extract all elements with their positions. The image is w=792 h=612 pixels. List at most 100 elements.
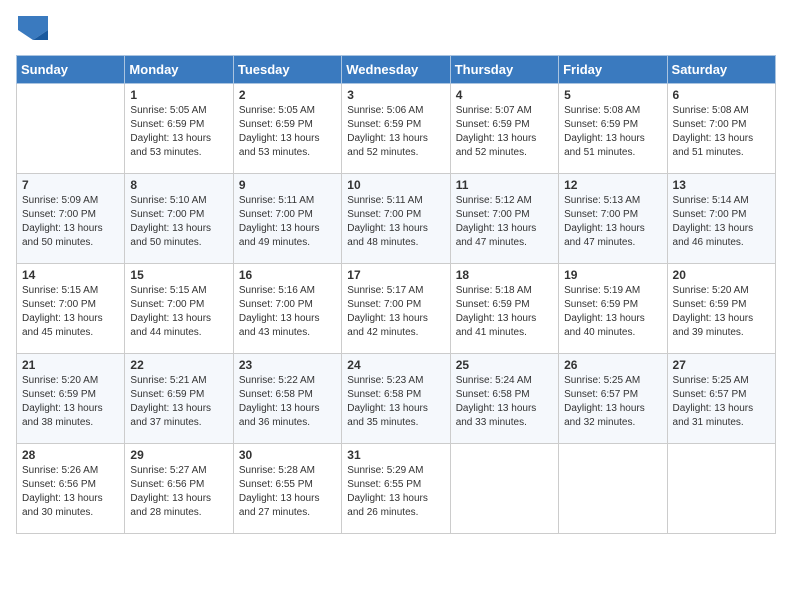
daylight-text: Daylight: 13 hours and 27 minutes. xyxy=(239,493,320,518)
sunrise-text: Sunrise: 5:22 AM xyxy=(239,375,315,386)
sunset-text: Sunset: 7:00 PM xyxy=(456,209,530,220)
weekday-header: Tuesday xyxy=(233,56,341,84)
sunset-text: Sunset: 7:00 PM xyxy=(22,299,96,310)
logo xyxy=(16,16,48,45)
daylight-text: Daylight: 13 hours and 36 minutes. xyxy=(239,403,320,428)
sunset-text: Sunset: 6:55 PM xyxy=(347,479,421,490)
calendar-day-cell: 20 Sunrise: 5:20 AM Sunset: 6:59 PM Dayl… xyxy=(667,264,775,354)
sunset-text: Sunset: 6:59 PM xyxy=(22,389,96,400)
calendar-day-cell: 12 Sunrise: 5:13 AM Sunset: 7:00 PM Dayl… xyxy=(559,174,667,264)
daylight-text: Daylight: 13 hours and 26 minutes. xyxy=(347,493,428,518)
daylight-text: Daylight: 13 hours and 45 minutes. xyxy=(22,313,103,338)
calendar-day-cell: 31 Sunrise: 5:29 AM Sunset: 6:55 PM Dayl… xyxy=(342,444,450,534)
weekday-header: Wednesday xyxy=(342,56,450,84)
day-number: 16 xyxy=(239,268,336,282)
sunset-text: Sunset: 6:57 PM xyxy=(564,389,638,400)
calendar-day-cell: 23 Sunrise: 5:22 AM Sunset: 6:58 PM Dayl… xyxy=(233,354,341,444)
day-info: Sunrise: 5:25 AM Sunset: 6:57 PM Dayligh… xyxy=(564,374,661,430)
sunrise-text: Sunrise: 5:08 AM xyxy=(564,105,640,116)
day-number: 19 xyxy=(564,268,661,282)
calendar-day-cell: 6 Sunrise: 5:08 AM Sunset: 7:00 PM Dayli… xyxy=(667,84,775,174)
day-info: Sunrise: 5:07 AM Sunset: 6:59 PM Dayligh… xyxy=(456,104,553,160)
daylight-text: Daylight: 13 hours and 47 minutes. xyxy=(564,223,645,248)
sunset-text: Sunset: 7:00 PM xyxy=(564,209,638,220)
sunset-text: Sunset: 7:00 PM xyxy=(673,119,747,130)
daylight-text: Daylight: 13 hours and 52 minutes. xyxy=(456,133,537,158)
day-number: 11 xyxy=(456,178,553,192)
daylight-text: Daylight: 13 hours and 28 minutes. xyxy=(130,493,211,518)
calendar-day-cell: 29 Sunrise: 5:27 AM Sunset: 6:56 PM Dayl… xyxy=(125,444,233,534)
calendar-day-cell: 16 Sunrise: 5:16 AM Sunset: 7:00 PM Dayl… xyxy=(233,264,341,354)
sunset-text: Sunset: 6:59 PM xyxy=(564,299,638,310)
daylight-text: Daylight: 13 hours and 38 minutes. xyxy=(22,403,103,428)
day-info: Sunrise: 5:21 AM Sunset: 6:59 PM Dayligh… xyxy=(130,374,227,430)
day-number: 15 xyxy=(130,268,227,282)
day-info: Sunrise: 5:20 AM Sunset: 6:59 PM Dayligh… xyxy=(22,374,119,430)
day-info: Sunrise: 5:18 AM Sunset: 6:59 PM Dayligh… xyxy=(456,284,553,340)
day-info: Sunrise: 5:15 AM Sunset: 7:00 PM Dayligh… xyxy=(22,284,119,340)
calendar-day-cell: 7 Sunrise: 5:09 AM Sunset: 7:00 PM Dayli… xyxy=(17,174,125,264)
calendar-week-row: 28 Sunrise: 5:26 AM Sunset: 6:56 PM Dayl… xyxy=(17,444,776,534)
daylight-text: Daylight: 13 hours and 40 minutes. xyxy=(564,313,645,338)
day-info: Sunrise: 5:25 AM Sunset: 6:57 PM Dayligh… xyxy=(673,374,770,430)
sunrise-text: Sunrise: 5:21 AM xyxy=(130,375,206,386)
sunrise-text: Sunrise: 5:07 AM xyxy=(456,105,532,116)
day-info: Sunrise: 5:27 AM Sunset: 6:56 PM Dayligh… xyxy=(130,464,227,520)
sunrise-text: Sunrise: 5:09 AM xyxy=(22,195,98,206)
day-info: Sunrise: 5:19 AM Sunset: 6:59 PM Dayligh… xyxy=(564,284,661,340)
day-number: 20 xyxy=(673,268,770,282)
page-header xyxy=(16,16,776,45)
daylight-text: Daylight: 13 hours and 46 minutes. xyxy=(673,223,754,248)
daylight-text: Daylight: 13 hours and 35 minutes. xyxy=(347,403,428,428)
sunset-text: Sunset: 6:59 PM xyxy=(239,119,313,130)
day-number: 14 xyxy=(22,268,119,282)
weekday-header: Monday xyxy=(125,56,233,84)
calendar-day-cell: 4 Sunrise: 5:07 AM Sunset: 6:59 PM Dayli… xyxy=(450,84,558,174)
calendar-day-cell: 28 Sunrise: 5:26 AM Sunset: 6:56 PM Dayl… xyxy=(17,444,125,534)
day-info: Sunrise: 5:26 AM Sunset: 6:56 PM Dayligh… xyxy=(22,464,119,520)
calendar-day-cell: 13 Sunrise: 5:14 AM Sunset: 7:00 PM Dayl… xyxy=(667,174,775,264)
day-info: Sunrise: 5:20 AM Sunset: 6:59 PM Dayligh… xyxy=(673,284,770,340)
sunrise-text: Sunrise: 5:24 AM xyxy=(456,375,532,386)
daylight-text: Daylight: 13 hours and 50 minutes. xyxy=(130,223,211,248)
calendar-week-row: 14 Sunrise: 5:15 AM Sunset: 7:00 PM Dayl… xyxy=(17,264,776,354)
daylight-text: Daylight: 13 hours and 52 minutes. xyxy=(347,133,428,158)
day-number: 8 xyxy=(130,178,227,192)
sunset-text: Sunset: 6:58 PM xyxy=(456,389,530,400)
day-number: 9 xyxy=(239,178,336,192)
calendar-day-cell: 24 Sunrise: 5:23 AM Sunset: 6:58 PM Dayl… xyxy=(342,354,450,444)
daylight-text: Daylight: 13 hours and 51 minutes. xyxy=(564,133,645,158)
calendar-day-cell: 15 Sunrise: 5:15 AM Sunset: 7:00 PM Dayl… xyxy=(125,264,233,354)
calendar-day-cell: 25 Sunrise: 5:24 AM Sunset: 6:58 PM Dayl… xyxy=(450,354,558,444)
day-number: 10 xyxy=(347,178,444,192)
daylight-text: Daylight: 13 hours and 53 minutes. xyxy=(239,133,320,158)
day-number: 17 xyxy=(347,268,444,282)
sunset-text: Sunset: 6:59 PM xyxy=(456,299,530,310)
calendar-day-cell: 27 Sunrise: 5:25 AM Sunset: 6:57 PM Dayl… xyxy=(667,354,775,444)
daylight-text: Daylight: 13 hours and 43 minutes. xyxy=(239,313,320,338)
daylight-text: Daylight: 13 hours and 30 minutes. xyxy=(22,493,103,518)
calendar-day-cell: 18 Sunrise: 5:18 AM Sunset: 6:59 PM Dayl… xyxy=(450,264,558,354)
sunset-text: Sunset: 7:00 PM xyxy=(347,299,421,310)
sunset-text: Sunset: 6:57 PM xyxy=(673,389,747,400)
sunset-text: Sunset: 7:00 PM xyxy=(239,209,313,220)
calendar-day-cell: 1 Sunrise: 5:05 AM Sunset: 6:59 PM Dayli… xyxy=(125,84,233,174)
day-info: Sunrise: 5:08 AM Sunset: 7:00 PM Dayligh… xyxy=(673,104,770,160)
sunset-text: Sunset: 7:00 PM xyxy=(239,299,313,310)
day-info: Sunrise: 5:24 AM Sunset: 6:58 PM Dayligh… xyxy=(456,374,553,430)
day-number: 23 xyxy=(239,358,336,372)
day-number: 12 xyxy=(564,178,661,192)
sunrise-text: Sunrise: 5:20 AM xyxy=(22,375,98,386)
calendar-table: SundayMondayTuesdayWednesdayThursdayFrid… xyxy=(16,55,776,534)
day-info: Sunrise: 5:06 AM Sunset: 6:59 PM Dayligh… xyxy=(347,104,444,160)
calendar-day-cell: 19 Sunrise: 5:19 AM Sunset: 6:59 PM Dayl… xyxy=(559,264,667,354)
sunset-text: Sunset: 6:58 PM xyxy=(239,389,313,400)
sunrise-text: Sunrise: 5:16 AM xyxy=(239,285,315,296)
weekday-header: Thursday xyxy=(450,56,558,84)
sunrise-text: Sunrise: 5:11 AM xyxy=(347,195,422,206)
calendar-week-row: 1 Sunrise: 5:05 AM Sunset: 6:59 PM Dayli… xyxy=(17,84,776,174)
calendar-day-cell xyxy=(450,444,558,534)
daylight-text: Daylight: 13 hours and 44 minutes. xyxy=(130,313,211,338)
day-number: 13 xyxy=(673,178,770,192)
day-number: 6 xyxy=(673,88,770,102)
